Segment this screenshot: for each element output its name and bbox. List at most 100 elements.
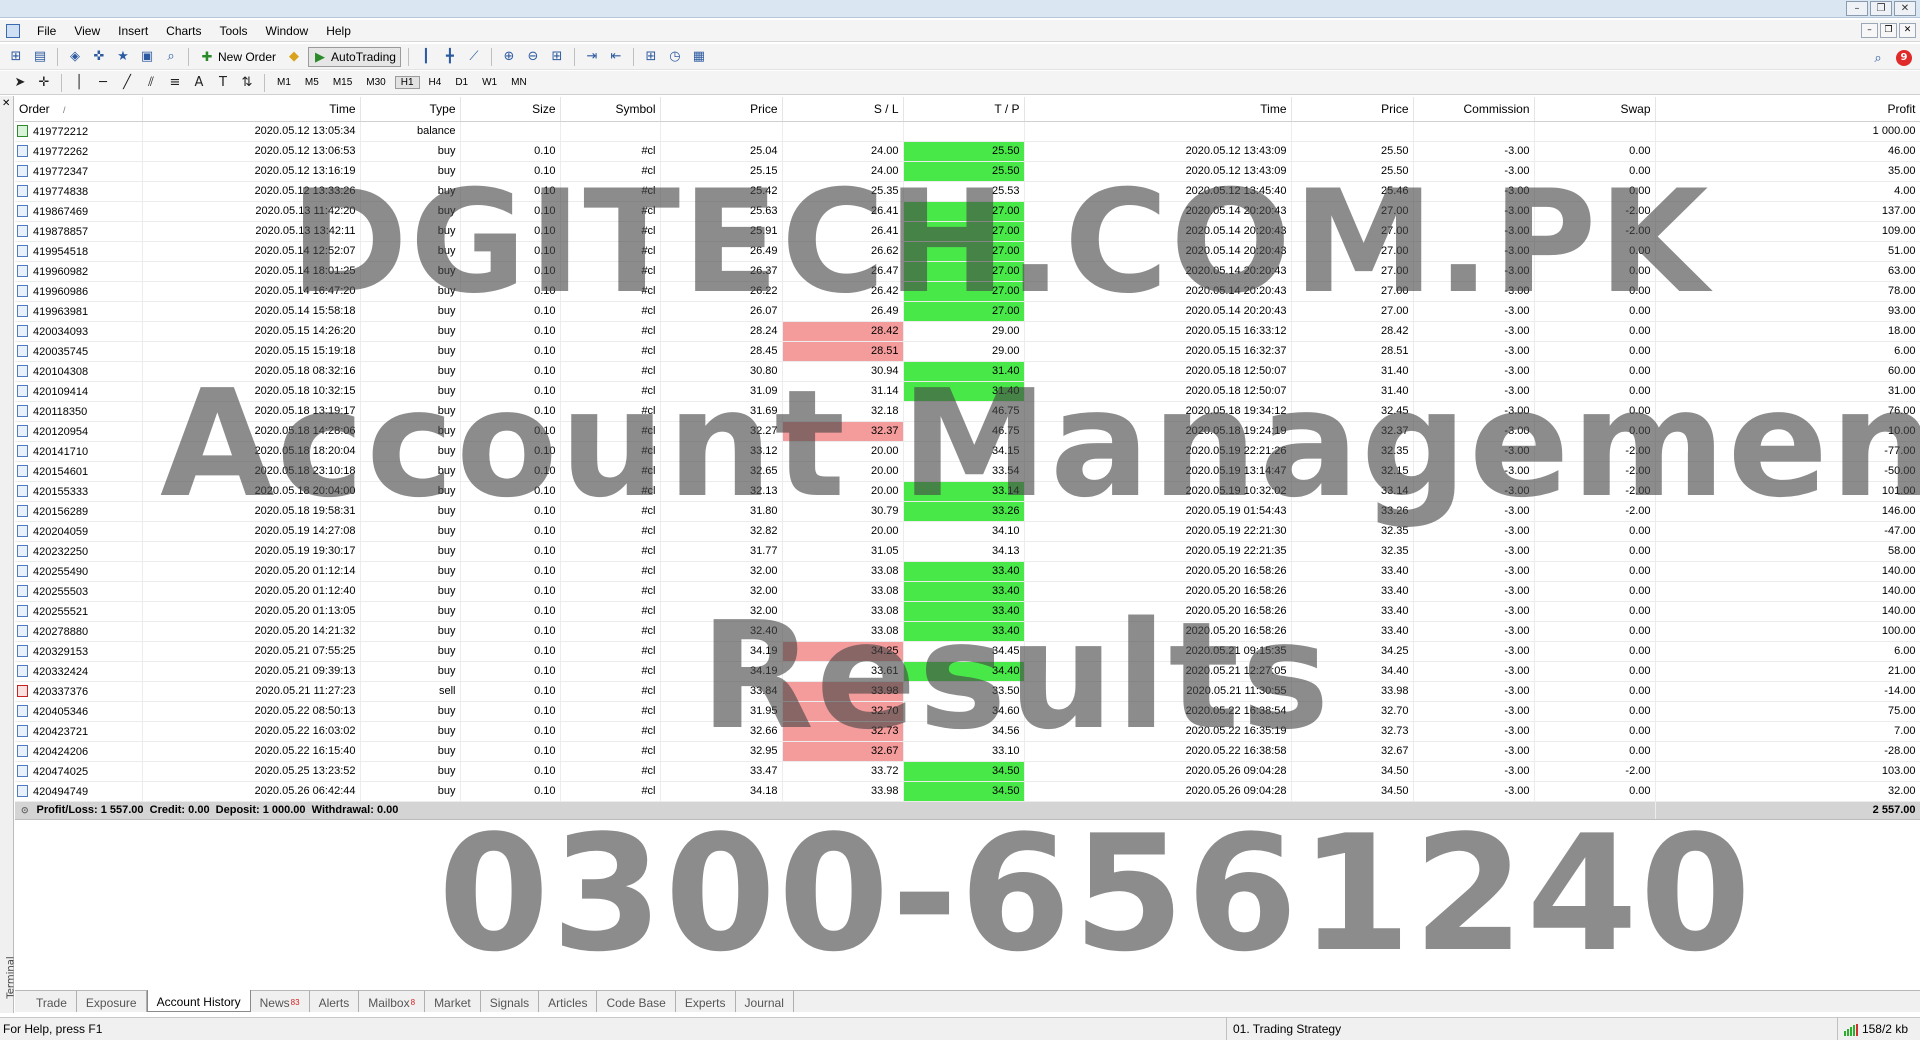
mdi-close-button[interactable]: ✕ bbox=[1899, 23, 1916, 38]
table-row[interactable]: 419772262 2020.05.12 13:06:53 buy 0.10 #cl 25… bbox=[15, 141, 1920, 162]
menu-help[interactable]: Help bbox=[317, 24, 360, 38]
col-type[interactable]: Type bbox=[360, 97, 461, 122]
tab-market[interactable]: Market bbox=[425, 991, 481, 1012]
tab-signals[interactable]: Signals bbox=[481, 991, 540, 1012]
table-row[interactable]: 420155333 2020.05.18 20:04:00 buy 0.10 #cl 32… bbox=[15, 481, 1920, 502]
new-chart-icon[interactable]: ⊞ bbox=[6, 47, 26, 67]
tab-experts[interactable]: Experts bbox=[676, 991, 736, 1012]
menu-tools[interactable]: Tools bbox=[211, 24, 257, 38]
close-window-button[interactable]: ✕ bbox=[1894, 1, 1916, 16]
menu-view[interactable]: View bbox=[65, 24, 109, 38]
timeframe-mn[interactable]: MN bbox=[506, 77, 532, 88]
table-row[interactable]: 420494749 2020.05.26 06:42:44 buy 0.10 #cl 34… bbox=[15, 781, 1920, 802]
menu-insert[interactable]: Insert bbox=[109, 24, 157, 38]
equidistant-channel-icon[interactable]: ⫽ bbox=[141, 73, 161, 93]
timeframe-m15[interactable]: M15 bbox=[328, 77, 357, 88]
col-size[interactable]: Size bbox=[460, 97, 561, 122]
data-window-icon[interactable]: ✜ bbox=[89, 47, 109, 67]
tab-code-base[interactable]: Code Base bbox=[597, 991, 676, 1012]
mdi-minimize-button[interactable]: – bbox=[1861, 23, 1878, 38]
timeframe-d1[interactable]: D1 bbox=[450, 77, 473, 88]
table-row[interactable]: 420278880 2020.05.20 14:21:32 buy 0.10 #cl 32… bbox=[15, 621, 1920, 642]
tab-journal[interactable]: Journal bbox=[736, 991, 794, 1012]
tab-alerts[interactable]: Alerts bbox=[310, 991, 360, 1012]
app-icon[interactable] bbox=[6, 23, 20, 38]
table-row[interactable]: 420474025 2020.05.25 13:23:52 buy 0.10 #cl 33… bbox=[15, 761, 1920, 782]
horizontal-line-icon[interactable]: ─ bbox=[93, 73, 113, 93]
timeframe-w1[interactable]: W1 bbox=[477, 77, 502, 88]
col-close-price[interactable]: Price bbox=[1291, 97, 1414, 122]
restore-button[interactable]: ❐ bbox=[1870, 1, 1892, 16]
col-swap[interactable]: Swap bbox=[1534, 97, 1656, 122]
table-row[interactable]: 420405346 2020.05.22 08:50:13 buy 0.10 #cl 31… bbox=[15, 701, 1920, 722]
col-commission[interactable]: Commission bbox=[1413, 97, 1535, 122]
timeframe-h1[interactable]: H1 bbox=[394, 76, 420, 89]
crosshair-icon[interactable]: ✛ bbox=[34, 73, 54, 93]
auto-scroll-icon[interactable]: ⇥ bbox=[582, 47, 602, 67]
table-row[interactable]: 420423721 2020.05.22 16:03:02 buy 0.10 #cl 32… bbox=[15, 721, 1920, 742]
table-row[interactable]: 420104308 2020.05.18 08:32:16 buy 0.10 #cl 30… bbox=[15, 361, 1920, 382]
tab-news[interactable]: News 83 bbox=[251, 991, 310, 1012]
metaeditor-icon[interactable]: ◆ bbox=[284, 47, 304, 67]
notifications-badge[interactable]: 9 bbox=[1896, 50, 1912, 66]
line-chart-icon[interactable]: ⟋ bbox=[464, 47, 484, 67]
table-row[interactable]: 420332424 2020.05.21 09:39:13 buy 0.10 #cl 34… bbox=[15, 661, 1920, 682]
col-close-time[interactable]: Time bbox=[1024, 97, 1292, 122]
col-order[interactable]: Order / bbox=[15, 97, 143, 122]
navigator-icon[interactable]: ★ bbox=[113, 47, 133, 67]
table-row[interactable]: 420120954 2020.05.18 14:28:06 buy 0.10 #cl 32… bbox=[15, 421, 1920, 442]
table-row[interactable]: 419774838 2020.05.12 13:33:26 buy 0.10 #cl 25… bbox=[15, 181, 1920, 202]
search-icon[interactable]: ⌕ bbox=[1868, 48, 1888, 68]
menu-charts[interactable]: Charts bbox=[157, 24, 210, 38]
table-row[interactable]: 420156289 2020.05.18 19:58:31 buy 0.10 #cl 31… bbox=[15, 501, 1920, 522]
table-row[interactable]: 420141710 2020.05.18 18:20:04 buy 0.10 #cl 33… bbox=[15, 441, 1920, 462]
timeframe-m30[interactable]: M30 bbox=[361, 77, 390, 88]
templates-icon[interactable]: ▦ bbox=[689, 47, 709, 67]
candlestick-icon[interactable]: ╋ bbox=[440, 47, 460, 67]
menu-file[interactable]: File bbox=[28, 24, 65, 38]
text-label-icon[interactable]: T bbox=[213, 73, 233, 93]
tab-trade[interactable]: Trade bbox=[27, 991, 77, 1012]
table-row[interactable]: 420118350 2020.05.18 13:19:17 buy 0.10 #cl 31… bbox=[15, 401, 1920, 422]
status-profile[interactable]: 01. Trading Strategy bbox=[1226, 1018, 1341, 1040]
tab-account-history[interactable]: Account History bbox=[146, 990, 251, 1012]
bar-chart-icon[interactable]: ┃ bbox=[416, 47, 436, 67]
timeframe-m1[interactable]: M1 bbox=[272, 77, 296, 88]
zoom-out-icon[interactable]: ⊖ bbox=[523, 47, 543, 67]
fibonacci-icon[interactable]: ≡ bbox=[165, 73, 185, 93]
vertical-line-icon[interactable]: │ bbox=[69, 73, 89, 93]
table-row[interactable]: 420109414 2020.05.18 10:32:15 buy 0.10 #cl 31… bbox=[15, 381, 1920, 402]
table-row[interactable]: 420424206 2020.05.22 16:15:40 buy 0.10 #cl 32… bbox=[15, 741, 1920, 762]
table-row[interactable]: 419954518 2020.05.14 12:52:07 buy 0.10 #cl 26… bbox=[15, 241, 1920, 262]
timeframe-h4[interactable]: H4 bbox=[424, 77, 447, 88]
table-row[interactable]: 420337376 2020.05.21 11:27:23 sell 0.10 #cl 3… bbox=[15, 681, 1920, 702]
table-row[interactable]: 419878857 2020.05.13 13:42:11 buy 0.10 #cl 25… bbox=[15, 221, 1920, 242]
col-symbol[interactable]: Symbol bbox=[560, 97, 661, 122]
table-row[interactable]: 420154601 2020.05.18 23:10:18 buy 0.10 #cl 32… bbox=[15, 461, 1920, 482]
close-terminal-icon[interactable]: ✕ bbox=[2, 98, 10, 109]
menu-window[interactable]: Window bbox=[257, 24, 318, 38]
table-row[interactable]: 419963981 2020.05.14 15:58:18 buy 0.10 #cl 26… bbox=[15, 301, 1920, 322]
col-sl[interactable]: S / L bbox=[782, 97, 904, 122]
zoom-in-icon[interactable]: ⊕ bbox=[499, 47, 519, 67]
table-row[interactable]: 420329153 2020.05.21 07:55:25 buy 0.10 #cl 34… bbox=[15, 641, 1920, 662]
cursor-icon[interactable]: ➤ bbox=[10, 73, 30, 93]
timeframe-m5[interactable]: M5 bbox=[300, 77, 324, 88]
trendline-icon[interactable]: ╱ bbox=[117, 73, 137, 93]
mdi-restore-button[interactable]: ❐ bbox=[1880, 23, 1897, 38]
tab-mailbox[interactable]: Mailbox 8 bbox=[359, 991, 426, 1012]
table-row[interactable]: 420204059 2020.05.19 14:27:08 buy 0.10 #cl 32… bbox=[15, 521, 1920, 542]
table-row[interactable]: 419960982 2020.05.14 18:01:25 buy 0.10 #cl 26… bbox=[15, 261, 1920, 282]
terminal-icon[interactable]: ▣ bbox=[137, 47, 157, 67]
market-watch-icon[interactable]: ◈ bbox=[65, 47, 85, 67]
strategy-tester-icon[interactable]: ⌕ bbox=[161, 47, 181, 67]
periods-icon[interactable]: ◷ bbox=[665, 47, 685, 67]
tab-exposure[interactable]: Exposure bbox=[77, 991, 147, 1012]
minimize-button[interactable]: – bbox=[1846, 1, 1868, 16]
col-price[interactable]: Price bbox=[660, 97, 783, 122]
table-row[interactable]: 419772212 2020.05.12 13:05:34 balance 1 000… bbox=[15, 121, 1920, 142]
table-row[interactable]: 420255503 2020.05.20 01:12:40 buy 0.10 #cl 32… bbox=[15, 581, 1920, 602]
table-row[interactable]: 420035745 2020.05.15 15:19:18 buy 0.10 #cl 28… bbox=[15, 341, 1920, 362]
arrows-icon[interactable]: ⇅ bbox=[237, 73, 257, 93]
chart-shift-icon[interactable]: ⇤ bbox=[606, 47, 626, 67]
